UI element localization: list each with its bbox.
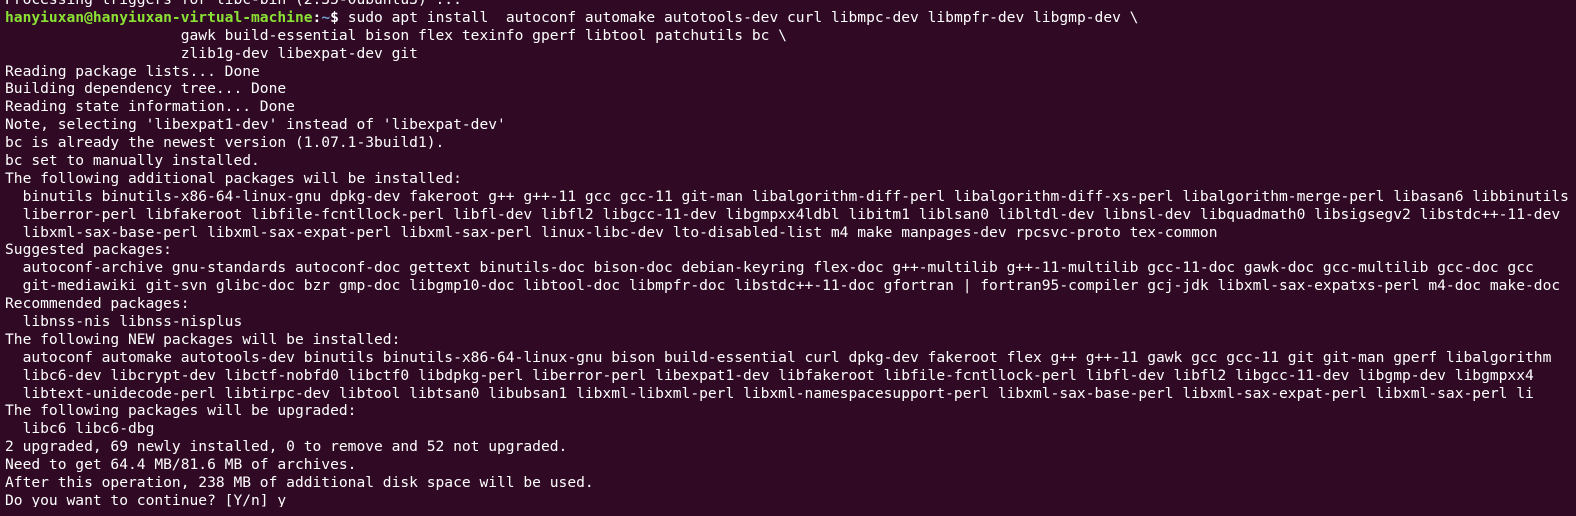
output-line: binutils binutils-x86-64-linux-gnu dpkg-… [5,187,1569,205]
output-line: Building dependency tree... Done [5,80,287,98]
prompt-symbol: $ [330,8,348,26]
output-line: zlib1g-dev libexpat-dev git [5,44,418,62]
output-line: libc6 libc6-dbg [5,420,155,438]
prompt-line: hanyiuxan@hanyiuxan-virtual-machine:~$ s… [5,9,1576,27]
output-line: bc is already the newest version (1.07.1… [5,134,445,152]
output-line: The following additional packages will b… [5,169,462,187]
output-line: liberror-perl libfakeroot libfile-fcntll… [5,205,1561,223]
prompt-separator: : [312,8,322,26]
output-line: Do you want to continue? [Y/n] y [5,491,287,507]
output-line: libnss-nis libnss-nisplus [5,313,243,331]
output-line: Reading package lists... Done [5,62,260,80]
prompt-user-host: hanyiuxan@hanyiuxan-virtual-machine [5,8,313,26]
output-line: The following NEW packages will be insta… [5,330,401,348]
output-line: Suggested packages: [5,241,172,259]
output-line: libxml-sax-base-perl libxml-sax-expat-pe… [5,223,1218,241]
command-text: sudo apt install autoconf automake autot… [347,8,1139,26]
output-line: Processing triggers for libc-bin (2.35-0… [5,0,1576,9]
output-line: Recommended packages: [5,295,190,313]
output-line: libc6-dev libcrypt-dev libctf-nobfd0 lib… [5,366,1534,384]
output-line: Need to get 64.4 MB/81.6 MB of archives. [5,456,357,474]
output-line: 2 upgraded, 69 newly installed, 0 to rem… [5,438,568,456]
output-line: Note, selecting 'libexpat1-dev' instead … [5,116,506,134]
output-line: The following packages will be upgraded: [5,402,357,420]
output-line: autoconf automake autotools-dev binutils… [5,348,1552,366]
output-line: Reading state information... Done [5,98,295,116]
terminal-output[interactable]: Processing triggers for libc-bin (2.35-0… [0,0,1576,507]
prompt-path: ~ [321,8,331,26]
output-line: libtext-unidecode-perl libtirpc-dev libt… [5,384,1534,402]
output-line: bc set to manually installed. [5,152,260,170]
output-line: autoconf-archive gnu-standards autoconf-… [5,259,1534,277]
output-line: git-mediawiki git-svn glibc-doc bzr gmp-… [5,277,1561,295]
output-line: After this operation, 238 MB of addition… [5,474,594,492]
output-line: gawk build-essential bison flex texinfo … [5,26,787,44]
